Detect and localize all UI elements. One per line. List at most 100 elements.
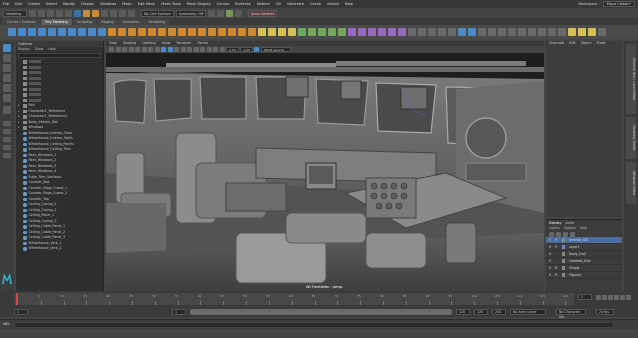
pinch-icon[interactable] <box>388 28 396 36</box>
isolate-select-icon[interactable] <box>213 47 218 52</box>
tab-channel-box[interactable]: Channel Box / Layer Editor <box>626 44 636 114</box>
planar-map-icon[interactable] <box>308 28 316 36</box>
boolean-icon[interactable] <box>138 28 146 36</box>
step-forward-icon[interactable] <box>620 295 625 300</box>
smooth-icon[interactable] <box>128 28 136 36</box>
motion-blur-icon[interactable] <box>200 47 205 52</box>
film-gate-icon[interactable] <box>141 47 147 52</box>
layout-side-icon[interactable] <box>3 137 11 142</box>
user-account-field[interactable]: Jason Barfield <box>248 9 278 17</box>
workspace-dropdown[interactable]: Maya Classic* <box>602 1 635 7</box>
save-scene-icon[interactable] <box>47 9 54 17</box>
viewport-menu-item[interactable]: Lighting <box>142 41 155 46</box>
menu-item[interactable]: Create <box>28 2 40 6</box>
layer-color-swatch[interactable] <box>562 266 566 270</box>
sphere-icon[interactable] <box>8 28 16 36</box>
shelf-menu-icon[interactable] <box>598 28 606 36</box>
colorspace-dropdown[interactable]: sRGB gamma <box>260 47 291 52</box>
layer-display-type-toggle[interactable]: R <box>555 266 558 270</box>
channelbox-menu-item[interactable]: Edit <box>569 41 575 46</box>
ipr-render-icon[interactable] <box>217 9 225 17</box>
viewport-menu-item[interactable]: Shading <box>123 41 136 46</box>
paint-vertex-icon[interactable] <box>568 28 576 36</box>
viewport-menu-item[interactable]: Show <box>162 41 171 46</box>
slide-edge-icon[interactable] <box>288 28 296 36</box>
cylindrical-map-icon[interactable] <box>318 28 326 36</box>
layer-row[interactable]: V R Figures <box>546 272 622 279</box>
select-hierarchy-icon[interactable] <box>74 9 81 17</box>
append-polygon-icon[interactable] <box>198 28 206 36</box>
multi-cut-icon[interactable] <box>208 28 216 36</box>
playhead[interactable] <box>16 293 18 305</box>
cone-icon[interactable] <box>38 28 46 36</box>
channelbox-menu-item[interactable]: Channels <box>549 41 564 46</box>
layer-visibility-toggle[interactable]: V <box>549 238 551 242</box>
bridge-icon[interactable] <box>158 28 166 36</box>
layer-row[interactable]: V R Shops <box>546 265 622 272</box>
insert-edge-loop-icon[interactable] <box>258 28 266 36</box>
menu-item[interactable]: Mesh Display <box>187 2 211 6</box>
pivot-icon[interactable] <box>588 28 596 36</box>
disc-icon[interactable] <box>68 28 76 36</box>
reduce-icon[interactable] <box>478 28 486 36</box>
layer-row[interactable]: V Player1 <box>546 244 622 251</box>
lasso-tool-icon[interactable] <box>3 54 11 62</box>
expand-arrow-icon[interactable]: ▸ <box>18 125 21 131</box>
plane-icon[interactable] <box>58 28 66 36</box>
ambient-occlusion-icon[interactable] <box>193 47 199 52</box>
viewport-menu-item[interactable]: Renderer <box>176 41 191 46</box>
extrude-icon[interactable] <box>168 28 176 36</box>
layer-color-swatch[interactable] <box>562 245 566 249</box>
redo-icon[interactable] <box>65 9 72 17</box>
layer-visibility-toggle[interactable]: V <box>549 266 551 270</box>
select-object-icon[interactable] <box>83 9 90 17</box>
cube-icon[interactable] <box>18 28 26 36</box>
anti-alias-icon[interactable] <box>206 47 212 52</box>
offset-edge-loop-icon[interactable] <box>268 28 276 36</box>
hypershade-icon[interactable] <box>235 9 243 17</box>
crease-icon[interactable] <box>278 28 286 36</box>
outliner-search-input[interactable] <box>18 53 101 58</box>
collapse-icon[interactable] <box>238 28 246 36</box>
command-input[interactable] <box>14 322 614 328</box>
duplicate-face-icon[interactable] <box>528 28 536 36</box>
xray-icon[interactable] <box>219 47 225 52</box>
anim-start-field[interactable]: 1 <box>14 309 28 315</box>
layer-row[interactable]: V Body_Hull <box>546 251 622 258</box>
snap-surface-icon[interactable] <box>128 9 135 17</box>
menu-item[interactable]: Edit <box>15 2 22 6</box>
menu-item[interactable]: Display <box>81 2 94 6</box>
tab-attribute-editor[interactable]: Attribute Editor <box>626 162 636 204</box>
snap-together-icon[interactable] <box>448 28 456 36</box>
step-back-icon[interactable] <box>602 295 607 300</box>
svg-icon[interactable] <box>98 28 106 36</box>
play-forward-icon[interactable] <box>614 295 619 300</box>
anim-end-field[interactable]: 120 <box>474 309 488 315</box>
shadows-icon[interactable] <box>187 47 192 52</box>
platonic-icon[interactable] <box>78 28 86 36</box>
current-frame-field[interactable]: 1 <box>578 294 592 300</box>
cleanup-icon[interactable] <box>488 28 496 36</box>
snap-grid-icon[interactable] <box>101 9 108 17</box>
menuset-dropdown[interactable]: Modeling <box>3 9 27 17</box>
menu-item[interactable]: Mesh <box>122 2 131 6</box>
gamma-field[interactable]: 1.00 <box>240 47 253 52</box>
menu-item[interactable]: Mesh Tools <box>161 2 180 6</box>
layer-visibility-toggle[interactable]: V <box>549 252 551 256</box>
textured-icon[interactable] <box>174 47 179 52</box>
super-shape-icon[interactable] <box>88 28 96 36</box>
character-set-dropdown[interactable]: No Character Set <box>556 309 586 319</box>
uv-editor-icon[interactable] <box>298 28 306 36</box>
paint-select-tool-icon[interactable] <box>3 64 11 72</box>
go-to-end-icon[interactable] <box>626 295 631 300</box>
retopology-icon[interactable] <box>468 28 476 36</box>
layer-color-swatch[interactable] <box>562 273 566 277</box>
delete-history-icon[interactable] <box>408 28 416 36</box>
quad-draw-icon[interactable] <box>458 28 466 36</box>
wedge-icon[interactable] <box>538 28 546 36</box>
fps-dropdown[interactable]: 24 fps <box>596 309 614 315</box>
bookmark-icon[interactable] <box>122 47 127 52</box>
menu-item[interactable]: Select <box>46 2 57 6</box>
circularize-icon[interactable] <box>548 28 556 36</box>
mirror-icon[interactable] <box>148 28 156 36</box>
